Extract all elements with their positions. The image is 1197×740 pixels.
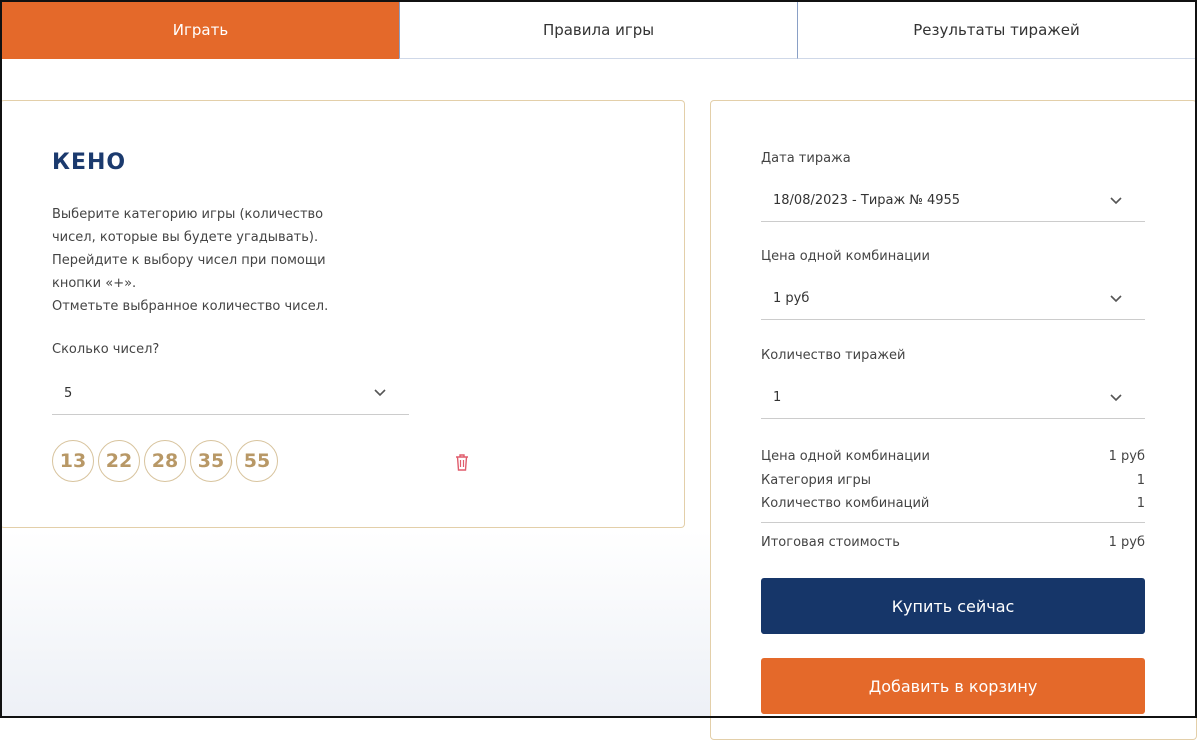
total-value: 1 руб	[1108, 535, 1145, 550]
summary-value: 1 руб	[1108, 449, 1145, 464]
count-select[interactable]: 5	[52, 375, 409, 415]
total-row: Итоговая стоимость 1 руб	[761, 535, 1145, 550]
chevron-down-icon	[1110, 197, 1122, 205]
summary-value: 1	[1136, 473, 1145, 488]
chevron-down-icon	[374, 389, 386, 397]
total-label: Итоговая стоимость	[761, 535, 900, 550]
draws-select[interactable]: 1	[761, 379, 1145, 419]
summary-row: Цена одной комбинации 1 руб	[761, 449, 1145, 464]
count-label: Сколько чисел?	[52, 342, 160, 357]
draws-value: 1	[773, 390, 782, 405]
chevron-down-icon	[1110, 394, 1122, 402]
summary-row: Количество комбинаций 1	[761, 496, 1145, 511]
summary-label: Количество комбинаций	[761, 496, 930, 511]
tab-bar: Играть Правила игры Результаты тиражей	[2, 2, 1195, 59]
selected-numbers: 13 22 28 35 55	[52, 440, 282, 482]
tab-results[interactable]: Результаты тиражей	[797, 2, 1195, 59]
number-ball[interactable]: 55	[236, 440, 278, 482]
number-ball[interactable]: 28	[144, 440, 186, 482]
instruction-line: кнопки «+».	[52, 276, 137, 291]
summary-label: Цена одной комбинации	[761, 449, 930, 464]
draw-date-select[interactable]: 18/08/2023 - Тираж № 4955	[761, 182, 1145, 222]
instruction-line: чисел, которые вы будете угадывать).	[52, 230, 319, 245]
instruction-line: Выберите категорию игры (количество	[52, 207, 324, 222]
buy-now-button[interactable]: Купить сейчас	[761, 578, 1145, 634]
summary-label: Категория игры	[761, 473, 871, 488]
price-label: Цена одной комбинации	[761, 249, 930, 264]
instruction-line: Отметьте выбранное количество чисел.	[52, 299, 329, 314]
chevron-down-icon	[1110, 295, 1122, 303]
instruction-line: Перейдите к выбору чисел при помощи	[52, 253, 326, 268]
number-ball[interactable]: 35	[190, 440, 232, 482]
game-title: КЕНО	[52, 150, 127, 175]
number-ball[interactable]: 13	[52, 440, 94, 482]
tab-play[interactable]: Играть	[2, 2, 399, 59]
game-instructions: Выберите категорию игры (количество чисе…	[52, 203, 392, 318]
tab-rules[interactable]: Правила игры	[399, 2, 797, 59]
summary-divider	[761, 522, 1145, 523]
summary-row: Категория игры 1	[761, 473, 1145, 488]
count-select-value: 5	[64, 386, 73, 401]
draw-date-label: Дата тиража	[761, 151, 851, 166]
price-value: 1 руб	[773, 291, 810, 306]
draw-date-value: 18/08/2023 - Тираж № 4955	[773, 193, 961, 208]
price-select[interactable]: 1 руб	[761, 280, 1145, 320]
add-to-cart-button[interactable]: Добавить в корзину	[761, 658, 1145, 714]
summary-value: 1	[1136, 496, 1145, 511]
number-ball[interactable]: 22	[98, 440, 140, 482]
draws-label: Количество тиражей	[761, 348, 906, 363]
page-background	[0, 530, 710, 718]
trash-icon[interactable]	[453, 452, 471, 472]
